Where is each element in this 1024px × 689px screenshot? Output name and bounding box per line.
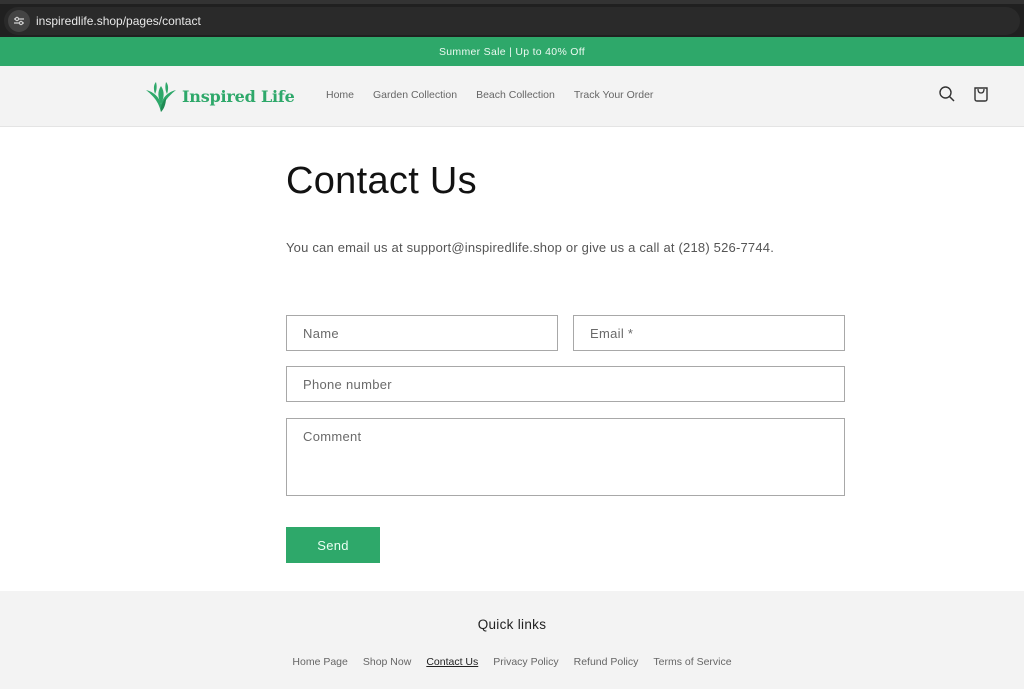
search-icon[interactable] <box>938 85 956 108</box>
logo[interactable]: Inspired Life <box>142 78 295 114</box>
header-icons <box>938 85 990 108</box>
cart-icon[interactable] <box>972 85 990 108</box>
name-placeholder: Name <box>303 326 339 341</box>
footer-link-refund-policy[interactable]: Refund Policy <box>574 656 639 668</box>
announcement-text: Summer Sale | Up to 40% Off <box>438 45 586 58</box>
site-footer: Quick links Home Page Shop Now Contact U… <box>0 591 1024 689</box>
nav-beach-collection[interactable]: Beach Collection <box>476 89 555 101</box>
address-bar[interactable]: inspiredlife.shop/pages/contact <box>4 7 1020 35</box>
email-placeholder: Email * <box>590 326 634 341</box>
footer-link-shop-now[interactable]: Shop Now <box>363 656 411 668</box>
email-input[interactable]: Email * <box>573 315 845 351</box>
quick-links: Home Page Shop Now Contact Us Privacy Po… <box>0 656 1024 668</box>
url-text[interactable]: inspiredlife.shop/pages/contact <box>36 14 201 28</box>
site-header: Inspired Life Home Garden Collection Bea… <box>0 66 1024 127</box>
footer-link-terms-of-service[interactable]: Terms of Service <box>653 656 731 668</box>
footer-link-contact-us[interactable]: Contact Us <box>426 656 478 668</box>
comment-textarea[interactable]: Comment <box>286 418 845 496</box>
main-content: Contact Us You can email us at support@i… <box>0 127 1024 591</box>
main-nav: Home Garden Collection Beach Collection … <box>326 89 653 101</box>
send-button[interactable]: Send <box>286 527 380 563</box>
comment-placeholder: Comment <box>303 429 362 444</box>
leaf-logo-icon <box>146 82 176 112</box>
phone-placeholder: Phone number <box>303 377 392 392</box>
name-input[interactable]: Name <box>286 315 558 351</box>
quick-links-heading: Quick links <box>477 617 547 632</box>
logo-text: Inspired Life <box>182 86 295 106</box>
phone-input[interactable]: Phone number <box>286 366 845 402</box>
contact-intro: You can email us at support@inspiredlife… <box>286 240 775 255</box>
nav-home[interactable]: Home <box>326 89 354 101</box>
nav-garden-collection[interactable]: Garden Collection <box>373 89 457 101</box>
page-title: Contact Us <box>286 160 477 202</box>
announcement-bar: Summer Sale | Up to 40% Off <box>0 37 1024 66</box>
nav-track-your-order[interactable]: Track Your Order <box>574 89 654 101</box>
site-settings-icon[interactable] <box>8 10 30 32</box>
footer-link-privacy-policy[interactable]: Privacy Policy <box>493 656 558 668</box>
footer-link-home-page[interactable]: Home Page <box>292 656 347 668</box>
browser-toolbar: inspiredlife.shop/pages/contact <box>0 0 1024 37</box>
